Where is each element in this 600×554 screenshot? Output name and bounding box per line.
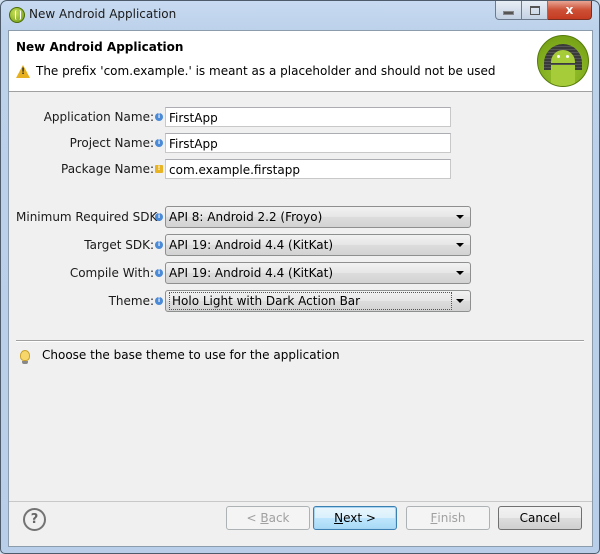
theme-select[interactable]: Holo Light with Dark Action Bar bbox=[165, 290, 471, 312]
application-name-input[interactable]: FirstApp bbox=[165, 107, 451, 127]
package-name-label: Package Name: bbox=[61, 162, 154, 176]
project-name-row: Project Name: i FirstApp bbox=[16, 132, 451, 154]
title-bar[interactable]: New Android Application x bbox=[1, 1, 599, 29]
compile-with-select[interactable]: API 19: Android 4.4 (KitKat) bbox=[165, 262, 471, 284]
info-icon: i bbox=[155, 113, 163, 121]
theme-value: Holo Light with Dark Action Bar bbox=[169, 292, 452, 310]
compile-with-row: Compile With: i API 19: Android 4.4 (Kit… bbox=[16, 262, 471, 284]
application-name-row: Application Name: i FirstApp bbox=[16, 106, 451, 128]
close-button[interactable]: x bbox=[548, 1, 592, 20]
info-icon: i bbox=[155, 241, 163, 249]
compile-with-label: Compile With: bbox=[69, 266, 154, 280]
project-name-label: Project Name: bbox=[69, 136, 154, 150]
help-button[interactable]: ? bbox=[23, 508, 46, 531]
dialog-content: New Android Application The prefix 'com.… bbox=[8, 30, 593, 547]
wizard-title: New Android Application bbox=[16, 40, 184, 54]
cancel-button[interactable]: Cancel bbox=[498, 506, 582, 530]
theme-label: Theme: bbox=[108, 294, 154, 308]
maximize-icon bbox=[529, 5, 540, 15]
finish-button[interactable]: Finish bbox=[406, 506, 490, 530]
target-sdk-select[interactable]: API 19: Android 4.4 (KitKat) bbox=[165, 234, 471, 256]
theme-row: Theme: i Holo Light with Dark Action Bar bbox=[16, 290, 471, 312]
chevron-down-icon bbox=[456, 243, 464, 247]
info-icon: i bbox=[155, 213, 163, 221]
target-sdk-label: Target SDK: bbox=[84, 238, 154, 252]
minimize-icon bbox=[503, 11, 514, 15]
eclipse-app-icon bbox=[9, 7, 25, 23]
separator bbox=[16, 340, 584, 342]
lightbulb-icon bbox=[20, 349, 30, 364]
package-name-input[interactable]: com.example.firstapp bbox=[165, 159, 451, 179]
info-icon: i bbox=[155, 269, 163, 277]
wizard-message-text: The prefix 'com.example.' is meant as a … bbox=[36, 64, 496, 78]
chevron-down-icon bbox=[456, 299, 464, 303]
package-name-row: Package Name: ! com.example.firstapp bbox=[16, 158, 451, 180]
wizard-message: The prefix 'com.example.' is meant as a … bbox=[16, 64, 496, 78]
window-title: New Android Application bbox=[29, 7, 177, 21]
back-button[interactable]: < Back bbox=[226, 506, 310, 530]
warning-icon bbox=[16, 64, 30, 78]
min-sdk-row: Minimum Required SDK: i API 8: Android 2… bbox=[16, 206, 471, 228]
dialog-window: New Android Application x New Android Ap… bbox=[0, 0, 600, 554]
close-icon: x bbox=[565, 3, 574, 17]
next-button[interactable]: Next > bbox=[313, 506, 397, 530]
target-sdk-row: Target SDK: i API 19: Android 4.4 (KitKa… bbox=[16, 234, 471, 256]
android-logo bbox=[537, 35, 589, 87]
info-icon: i bbox=[155, 139, 163, 147]
hint-row: Choose the base theme to use for the app… bbox=[20, 348, 340, 364]
maximize-button[interactable] bbox=[522, 1, 548, 20]
info-icon: i bbox=[155, 297, 163, 305]
target-sdk-value: API 19: Android 4.4 (KitKat) bbox=[169, 238, 334, 252]
compile-with-value: API 19: Android 4.4 (KitKat) bbox=[169, 266, 334, 280]
wizard-header: New Android Application The prefix 'com.… bbox=[9, 31, 592, 92]
chevron-down-icon bbox=[456, 215, 464, 219]
project-name-input[interactable]: FirstApp bbox=[165, 133, 451, 153]
minimize-button[interactable] bbox=[495, 1, 522, 20]
min-sdk-select[interactable]: API 8: Android 2.2 (Froyo) bbox=[165, 206, 471, 228]
application-name-label: Application Name: bbox=[43, 110, 154, 124]
min-sdk-value: API 8: Android 2.2 (Froyo) bbox=[169, 210, 323, 224]
chevron-down-icon bbox=[456, 271, 464, 275]
warning-icon: ! bbox=[155, 165, 163, 173]
hint-text: Choose the base theme to use for the app… bbox=[42, 348, 340, 362]
footer-separator bbox=[9, 501, 592, 502]
help-icon: ? bbox=[30, 512, 39, 527]
min-sdk-label: Minimum Required SDK: bbox=[16, 210, 162, 224]
